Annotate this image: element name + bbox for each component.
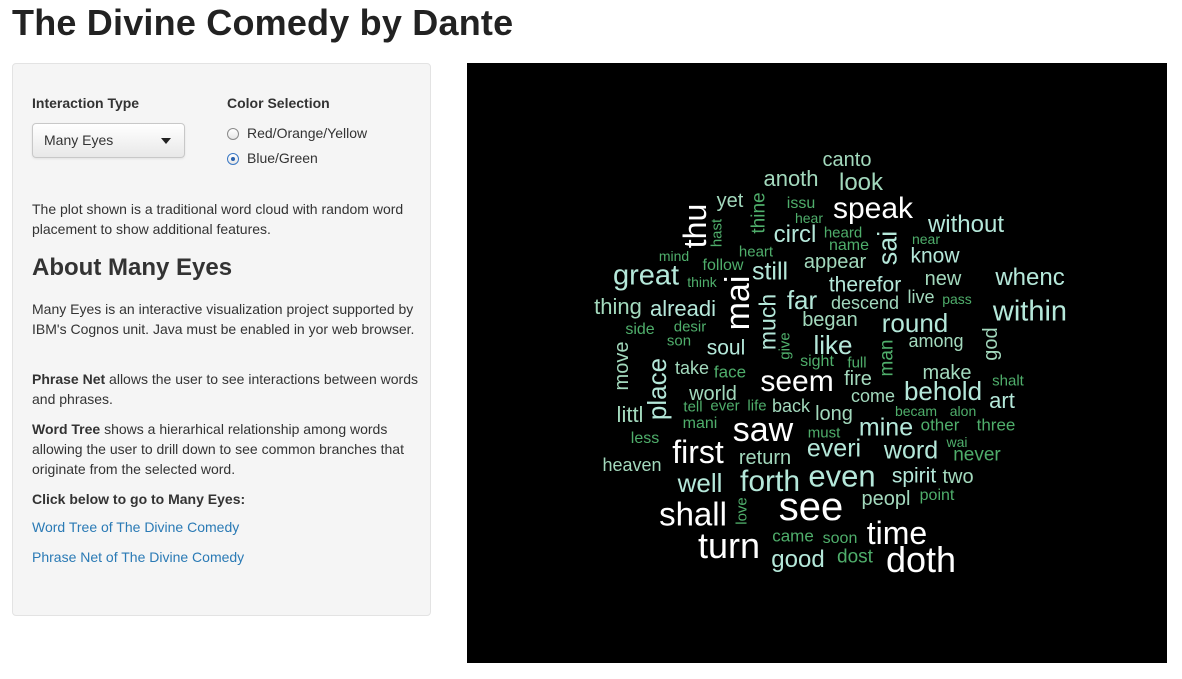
word-cloud-word: less	[630, 430, 660, 447]
phrase-net-link[interactable]: Phrase Net of The Divine Comedy	[32, 549, 244, 565]
radio-label: Blue/Green	[247, 150, 318, 166]
phrase-net-term: Phrase Net	[32, 371, 106, 387]
word-cloud-word: spirit	[891, 464, 937, 488]
word-cloud-word: first	[672, 434, 724, 470]
interaction-type-select[interactable]: Many Eyes	[32, 123, 185, 158]
word-cloud-word: within	[992, 295, 1068, 328]
word-tree-term: Word Tree	[32, 421, 101, 437]
radio-checked-icon	[227, 153, 239, 165]
word-cloud-word: sai	[872, 230, 903, 266]
word-cloud-word: two	[942, 466, 974, 488]
word-cloud-word: move	[611, 341, 633, 391]
page-title: The Divine Comedy by Dante	[12, 2, 514, 43]
word-cloud-word: behold	[903, 376, 983, 406]
word-cloud-word: word	[883, 436, 939, 465]
word-cloud-word: heaven	[602, 455, 662, 475]
word-cloud-word: see	[778, 485, 844, 529]
interaction-type-value: Many Eyes	[44, 132, 114, 148]
word-cloud-word: saw	[732, 411, 794, 449]
chevron-down-icon	[161, 138, 171, 144]
word-cloud-word: still	[751, 257, 789, 286]
word-cloud-word: mai	[719, 275, 757, 331]
word-cloud-word: follow	[702, 257, 744, 274]
word-cloud-word: doth	[885, 539, 957, 580]
word-cloud-word: anoth	[763, 166, 819, 191]
word-cloud-word: thing	[594, 294, 642, 319]
word-cloud-word: among	[908, 331, 964, 351]
plot-description: The plot shown is a traditional word clo…	[32, 201, 404, 237]
word-cloud-word: dost	[837, 546, 873, 568]
word-cloud-word: thu	[677, 203, 713, 249]
word-cloud-word: face	[713, 362, 747, 382]
word-cloud-word: great	[612, 259, 680, 292]
click-below-text: Click below to go to Many Eyes:	[32, 491, 246, 507]
word-cloud-word: circl	[773, 221, 817, 248]
word-cloud-word: soon	[822, 530, 858, 547]
word-cloud-word: long	[815, 403, 853, 425]
word-cloud-word: take	[674, 358, 710, 378]
word-cloud-word: side	[625, 321, 655, 338]
word-cloud-word: tell	[683, 398, 703, 416]
word-cloud-word: came	[772, 526, 814, 546]
word-cloud-word: pass	[942, 291, 972, 307]
word-cloud-word: live	[907, 287, 935, 307]
interaction-type-label: Interaction Type	[32, 95, 140, 111]
word-cloud-word: man	[876, 339, 898, 377]
word-cloud-word: thine	[748, 192, 770, 234]
word-cloud-word: whenc	[995, 264, 1065, 291]
word-tree-description: Word Tree shows a hierarhical relationsh…	[32, 419, 422, 479]
word-cloud-word: come	[850, 386, 896, 406]
word-cloud-word: never	[953, 444, 1001, 466]
word-cloud-word: mani	[682, 415, 718, 432]
word-cloud-word: began	[802, 309, 858, 331]
about-text: Many Eyes is an interactive visualizatio…	[32, 301, 415, 337]
word-cloud-word: other	[920, 415, 960, 435]
word-cloud-word: god	[980, 327, 1002, 361]
word-cloud-word: littl	[616, 402, 644, 427]
word-cloud-plot: canto anoth look yet thine issu hear speak thu ha…	[467, 63, 1167, 663]
word-cloud-word: art	[989, 388, 1015, 413]
word-cloud-word: three	[976, 415, 1016, 435]
word-cloud-word: new	[924, 268, 962, 290]
word-cloud-word: give	[776, 332, 794, 360]
word-cloud-word: canto	[822, 149, 872, 171]
word-cloud-word: son	[666, 332, 692, 350]
word-cloud-word: yet	[716, 190, 744, 212]
word-cloud-word: love	[733, 497, 751, 525]
radio-label: Red/Orange/Yellow	[247, 125, 368, 141]
phrase-net-description: Phrase Net allows the user to see intera…	[32, 369, 422, 409]
word-cloud-word: seem	[760, 365, 834, 398]
word-cloud-word: soul	[706, 336, 746, 360]
word-cloud-word: think	[687, 274, 717, 290]
word-tree-link[interactable]: Word Tree of The Divine Comedy	[32, 519, 239, 535]
word-cloud-word: turn	[697, 525, 761, 566]
word-cloud-word: point	[919, 487, 955, 504]
word-cloud-word: speak	[832, 192, 914, 225]
word-cloud-word: alreadi	[649, 296, 717, 321]
word-cloud-word: shalt	[992, 372, 1024, 390]
word-cloud-word: hast	[708, 218, 726, 248]
color-selection-label: Color Selection	[227, 95, 330, 111]
word-cloud-word: place	[642, 357, 672, 421]
word-cloud-word: good	[771, 546, 825, 573]
radio-unchecked-icon	[227, 128, 239, 140]
word-cloud-word: peopl	[861, 488, 911, 510]
word-cloud-word: well	[677, 468, 723, 498]
sidebar-panel: Interaction Type Many Eyes Color Selecti…	[12, 63, 431, 616]
word-cloud-word: know	[910, 244, 960, 268]
word-cloud-word: appear	[803, 251, 867, 273]
about-heading: About Many Eyes	[32, 254, 233, 281]
